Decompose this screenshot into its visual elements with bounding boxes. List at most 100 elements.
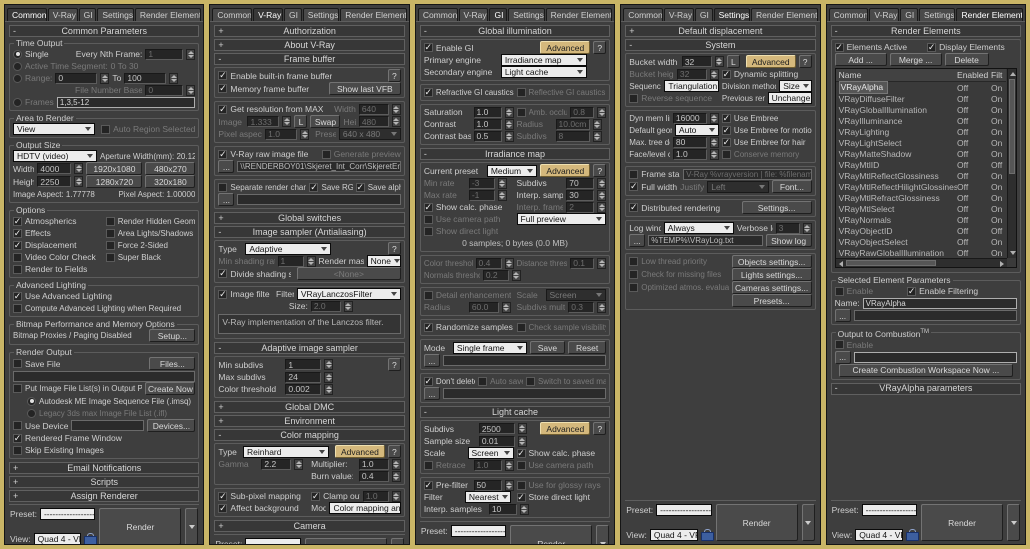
help-button[interactable]: ?	[593, 422, 607, 435]
face-level-coef-spinner[interactable]	[709, 148, 719, 160]
save-file-path-field[interactable]	[13, 370, 196, 382]
preset-select[interactable]: -------------------	[656, 504, 712, 516]
fb-width-spinner[interactable]	[391, 103, 401, 115]
im-autosave-field[interactable]	[442, 388, 607, 399]
tab-v-ray[interactable]: V-Ray	[47, 8, 78, 21]
range-from-spinner[interactable]	[100, 72, 110, 84]
retrace-checkbox[interactable]	[423, 460, 433, 470]
save-alpha-checkbox[interactable]	[355, 182, 365, 192]
help-button[interactable]: ?	[387, 358, 401, 371]
lock-aspect-button[interactable]: L	[294, 115, 308, 128]
interp-samples-field[interactable]: 30	[566, 189, 595, 201]
switch-to-saved-checkbox[interactable]	[525, 376, 535, 386]
tab-gi[interactable]: GI	[900, 8, 918, 21]
normals-threshold-spinner[interactable]	[511, 269, 521, 281]
file-base-spinner[interactable]	[186, 84, 196, 96]
lock-view-icon[interactable]	[906, 529, 920, 541]
column-header-name[interactable]: Name	[836, 70, 957, 80]
subdivs-mult-spinner[interactable]	[597, 301, 607, 313]
tab-common[interactable]: Common	[7, 8, 47, 21]
horizontal-scrollbar[interactable]	[835, 258, 1008, 267]
combustion-enable-checkbox[interactable]	[834, 340, 844, 350]
primary-engine-select[interactable]: Irradiance map	[500, 54, 587, 66]
area-to-render-select[interactable]: View	[13, 123, 95, 135]
gi-advanced-button[interactable]: Advanced	[540, 41, 591, 54]
contrast-base-spinner[interactable]	[504, 130, 514, 142]
system-advanced-button[interactable]: Advanced	[745, 55, 796, 68]
tab-common[interactable]: Common	[212, 8, 253, 21]
filter-size-field[interactable]: 2.0	[310, 300, 341, 312]
full-width-checkbox[interactable]	[629, 182, 639, 191]
render-button[interactable]: Render	[99, 508, 182, 544]
devices-button[interactable]: Devices...	[147, 419, 196, 432]
interp-frames-spinner[interactable]	[597, 201, 607, 213]
tab-v-ray[interactable]: V-Ray	[869, 8, 900, 21]
prefilter-field[interactable]: 50	[473, 479, 502, 491]
im-file-field[interactable]	[442, 355, 607, 366]
tab-common[interactable]: Common	[623, 8, 663, 21]
element-row[interactable]: VRayMatteShadow Off On	[836, 148, 1006, 159]
nth-frame-spinner[interactable]	[186, 48, 196, 60]
render-menu-arrow-button[interactable]	[596, 525, 610, 544]
element-enable-checkbox[interactable]	[834, 286, 844, 296]
combustion-browse-button[interactable]: ...	[834, 350, 851, 364]
presets-button[interactable]: Presets...	[731, 294, 812, 307]
skip-existing-checkbox[interactable]	[13, 445, 22, 455]
lights-settings-button[interactable]: Lights settings...	[731, 268, 812, 281]
rollout-image-sampler[interactable]: - Image sampler (Antialiasing)	[214, 226, 405, 238]
ao-radius-spinner[interactable]	[592, 118, 602, 130]
face-level-coef-field[interactable]: 1.0	[672, 148, 707, 160]
enable-gi-checkbox[interactable]	[423, 43, 433, 52]
preview-mode-select[interactable]: Full preview	[516, 213, 607, 225]
lc-subdivs-spinner[interactable]	[517, 423, 527, 434]
embree-hair-checkbox[interactable]	[721, 137, 731, 147]
check-sample-visibility-checkbox[interactable]	[516, 322, 526, 332]
element-row[interactable]: VRayNormals Off On	[836, 214, 1006, 225]
multiplier-spinner[interactable]	[391, 458, 401, 470]
active-time-radio[interactable]	[13, 61, 22, 71]
pixel-aspect-spinner[interactable]	[300, 128, 310, 140]
lc-filter-select[interactable]: Nearest	[464, 491, 511, 503]
interp-samples-spinner[interactable]	[597, 189, 607, 201]
tab-settings[interactable]: Settings	[302, 8, 340, 21]
auto-region-checkbox[interactable]	[101, 124, 111, 134]
render-menu-arrow-button[interactable]	[390, 538, 404, 544]
justify-select[interactable]: Left	[707, 180, 770, 193]
max-rate-field[interactable]: -1	[468, 189, 495, 201]
lc-interp-samples-field[interactable]: 10	[488, 503, 517, 515]
range-to-field[interactable]: 100	[124, 72, 167, 84]
contrast-spinner[interactable]	[504, 118, 514, 130]
compute-advanced-lighting-checkbox[interactable]	[13, 303, 22, 313]
render-menu-arrow-button[interactable]	[185, 508, 199, 544]
element-row[interactable]: VRayObjectSelect Off On	[836, 236, 1006, 247]
element-output-field[interactable]	[853, 310, 1018, 321]
color-threshold-field[interactable]: 0.002	[285, 383, 322, 395]
clamp-value-field[interactable]: 1.0	[362, 490, 389, 502]
dyn-mem-limit-field[interactable]: 16000	[672, 112, 707, 124]
super-black-checkbox[interactable]	[105, 252, 115, 262]
tab-render-elements[interactable]: Render Elements	[134, 8, 202, 21]
height-spinner[interactable]	[74, 176, 84, 187]
rollout-adaptive-image-sampler[interactable]: - Adaptive image sampler	[214, 342, 405, 354]
lc-advanced-button[interactable]: Advanced	[540, 422, 591, 435]
verbose-level-field[interactable]: 3	[775, 222, 800, 234]
font-button[interactable]: Font...	[772, 180, 812, 193]
detail-radius-spinner[interactable]	[501, 301, 511, 313]
memory-frame-buffer-checkbox[interactable]	[218, 84, 228, 93]
frames-radio[interactable]	[13, 97, 22, 107]
combustion-path-field[interactable]	[853, 351, 1018, 363]
tab-render-elements[interactable]: Render Elements	[340, 8, 407, 21]
sequence-select[interactable]: Triangulation	[664, 80, 719, 92]
files-button[interactable]: Files...	[149, 357, 196, 370]
max-rate-spinner[interactable]	[497, 189, 507, 201]
put-image-file-list-checkbox[interactable]	[13, 384, 22, 393]
affect-background-checkbox[interactable]	[218, 503, 228, 513]
cameras-settings-button[interactable]: Cameras settings...	[731, 281, 812, 294]
im-reset-button[interactable]: Reset	[568, 341, 607, 354]
atmospherics-checkbox[interactable]	[13, 216, 22, 226]
im-color-threshold-spinner[interactable]	[504, 257, 514, 269]
render-menu-arrow-button[interactable]	[1007, 504, 1021, 541]
max-subdivs-field[interactable]: 24	[285, 371, 322, 383]
ao-subdivs-field[interactable]: 8	[555, 130, 590, 142]
normals-threshold-field[interactable]: 0.2	[482, 269, 509, 281]
